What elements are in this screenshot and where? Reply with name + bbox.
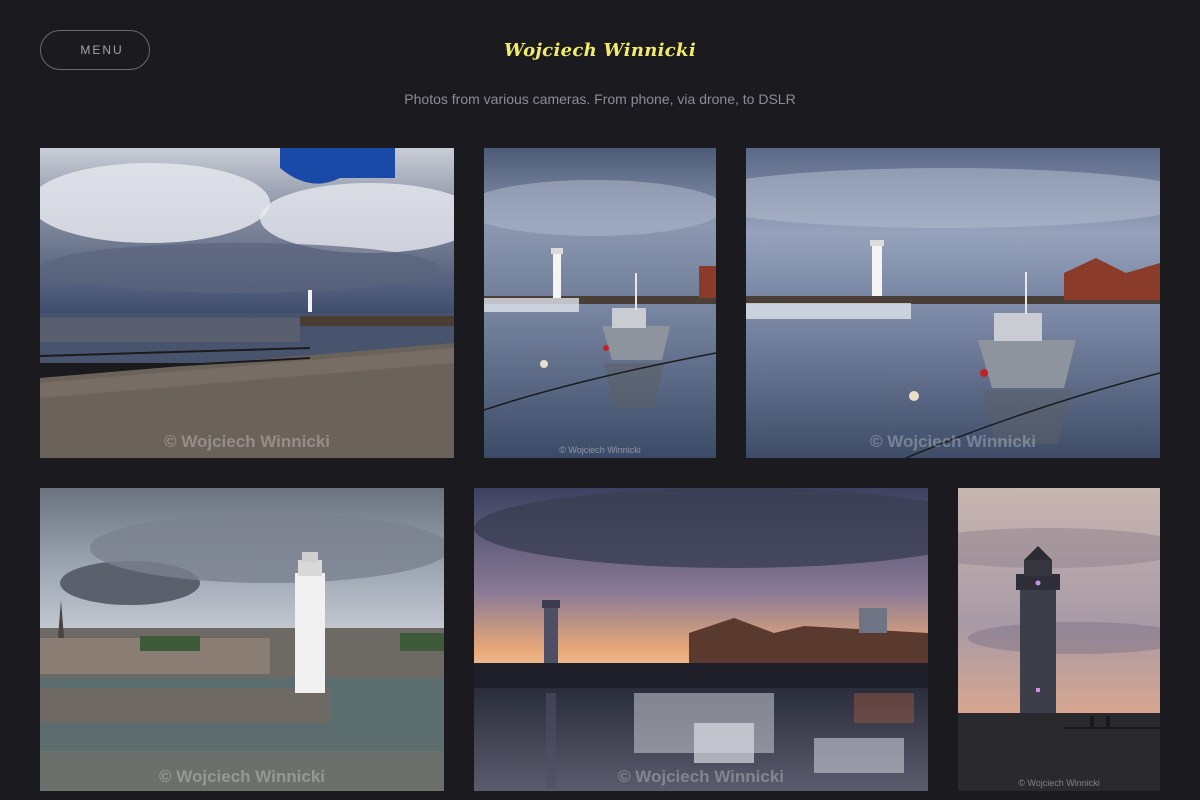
photo-image [40, 148, 454, 458]
gallery-photo-harbour-slipway[interactable]: © Wojciech Winnicki [40, 148, 454, 458]
photo-image [746, 148, 1160, 458]
gallery-photo-boat-harbour-wide[interactable]: © Wojciech Winnicki [746, 148, 1160, 458]
photo-image [484, 148, 716, 458]
gallery-photo-lighthouse-pier[interactable]: © Wojciech Winnicki [40, 488, 444, 791]
photo-image [958, 488, 1160, 791]
gallery-photo-harbour-sunset[interactable]: © Wojciech Winnicki [474, 488, 928, 791]
photo-image [40, 488, 444, 791]
gallery-photo-lighthouse-dusk[interactable]: © Wojciech Winnicki [958, 488, 1160, 791]
gallery-photo-boat-lighthouse[interactable]: © Wojciech Winnicki [484, 148, 716, 458]
site-subtitle: Photos from various cameras. From phone,… [404, 91, 796, 107]
photo-image [474, 488, 928, 791]
site-title[interactable]: Wojciech Winnicki [0, 40, 1200, 61]
